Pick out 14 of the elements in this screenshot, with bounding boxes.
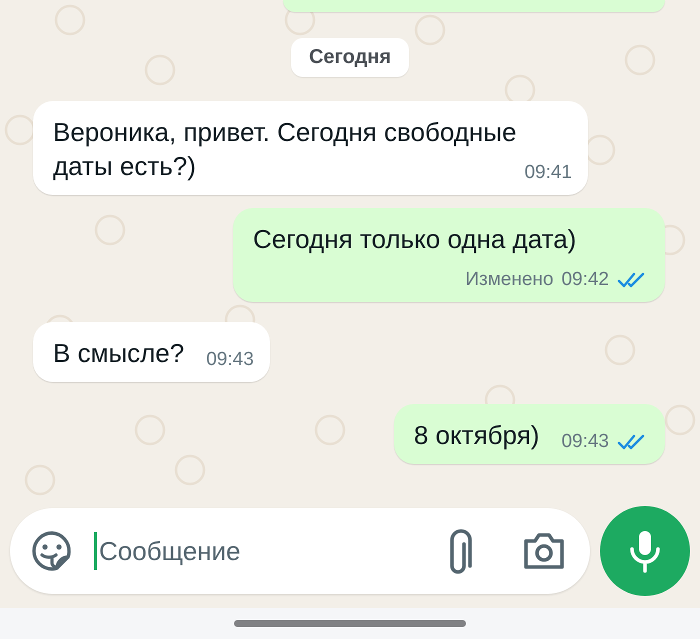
message-time: 09:41 [524, 161, 572, 185]
message-text: 8 октября) [414, 420, 540, 450]
message-input-field[interactable]: Сообщение [10, 508, 590, 594]
message-text: Вероника, привет. Сегодня свободные даты есть?) [53, 117, 516, 181]
microphone-icon [628, 529, 662, 573]
date-chip: Сегодня [290, 38, 410, 77]
message-text: В смысле? [53, 338, 184, 368]
message-input[interactable]: Сообщение [97, 536, 444, 566]
message-time: 09:43 [561, 430, 609, 454]
message-time: 09:42 [561, 268, 609, 292]
edited-label: Изменено [465, 268, 554, 292]
camera-icon[interactable] [522, 531, 566, 571]
message-time: 09:43 [206, 348, 254, 372]
message-text: Сегодня только одна дата) [253, 224, 576, 254]
